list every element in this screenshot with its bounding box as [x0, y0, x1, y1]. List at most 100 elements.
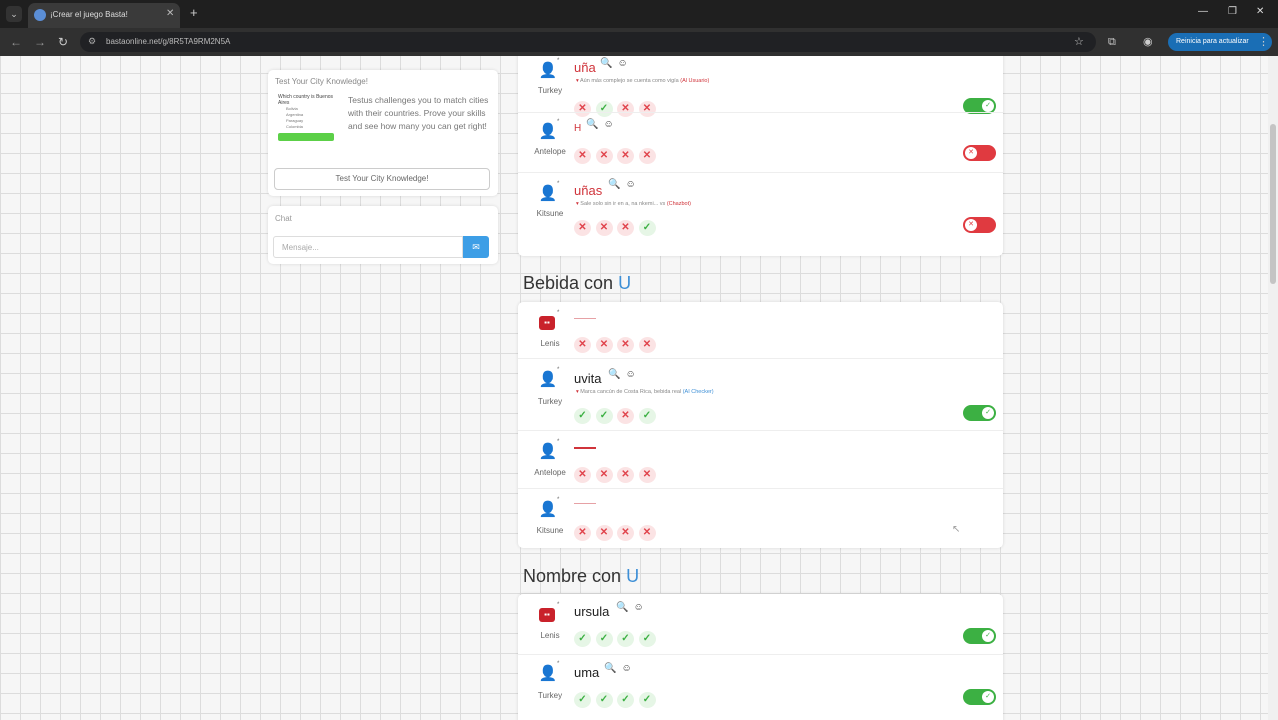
cross-icon: ✕	[638, 525, 656, 541]
extensions-icon[interactable]: ⧉	[1108, 35, 1116, 49]
answer-row: 👤 * Kitsune ✕ ✕ ✕ ✕	[518, 488, 1003, 548]
search-icon[interactable]: 🔍	[608, 179, 620, 190]
vote-toggle[interactable]: ✓	[963, 405, 996, 421]
vote-toggle[interactable]: ✓	[963, 689, 996, 705]
back-icon[interactable]: ←	[10, 35, 22, 49]
cross-icon: ✕	[595, 467, 613, 483]
new-tab-icon[interactable]: +	[190, 6, 198, 20]
url-text: bastaonline.net/g/8R5TA9RM2N5A	[106, 37, 231, 46]
bookmark-star-icon[interactable]: ☆	[1074, 35, 1084, 49]
vote-toggle[interactable]: ✕	[963, 145, 996, 161]
user-icon: 👤	[538, 371, 558, 388]
star-icon: *	[557, 439, 560, 445]
word-tools: 🔍 ☺	[608, 179, 636, 190]
cross-icon: ✕	[595, 525, 613, 541]
smiley-icon[interactable]: ☺	[621, 663, 631, 674]
vote-marks: ✕ ✕ ✕ ✕	[574, 334, 660, 353]
page-scrollbar[interactable]	[1268, 56, 1278, 720]
category-panel-previous: 👤 * Turkey uña 🔍 ☺ ▾ Aún más complejo se …	[518, 56, 1003, 256]
note-link[interactable]: (AI Checker)	[683, 389, 714, 395]
star-icon: *	[557, 602, 560, 608]
player-name: Antelope	[534, 147, 566, 156]
ad-thumbnail[interactable]: Which country is Buenos Aires Bolivia Ar…	[278, 94, 336, 160]
ad-title: Test Your City Knowledge!	[275, 77, 368, 86]
cross-icon: ✕	[574, 467, 591, 483]
smiley-icon[interactable]: ☺	[625, 369, 635, 380]
answer-word: uñas	[574, 183, 603, 198]
menu-kebab-icon[interactable]: ⋮	[1258, 35, 1269, 49]
vote-toggle[interactable]: ✕	[963, 217, 996, 233]
answer-row: 👤 * Turkey uvita 🔍 ☺ ▾ Marca cancún de Co…	[518, 358, 1003, 430]
check-icon: ✓	[982, 100, 994, 112]
ad-thumb-heading: Which country is Buenos Aires	[278, 94, 334, 106]
tab-search-icon[interactable]: ⌄	[6, 6, 22, 22]
cross-icon: ✕	[574, 337, 591, 353]
word-tools: 🔍 ☺	[616, 602, 644, 613]
check-icon: ✓	[595, 631, 613, 647]
restore-icon[interactable]: ❐	[1228, 6, 1237, 17]
chat-message-input[interactable]: Mensaje...	[273, 236, 463, 258]
site-info-icon[interactable]: ⚙	[88, 36, 96, 47]
check-icon: ✓	[595, 408, 613, 424]
check-icon: ✓	[574, 692, 591, 708]
star-icon: *	[557, 310, 560, 316]
address-bar[interactable]: ⚙ bastaonline.net/g/8R5TA9RM2N5A	[80, 32, 1096, 52]
answer-word: uña	[574, 60, 596, 75]
smiley-icon[interactable]: ☺	[603, 119, 613, 130]
user-icon: 👤	[538, 62, 558, 79]
smiley-icon[interactable]: ☺	[625, 179, 635, 190]
robot-avatar-icon: ▪▪	[539, 316, 555, 330]
vote-toggle[interactable]: ✓	[963, 628, 996, 644]
user-icon: 👤	[538, 185, 558, 202]
cross-icon: ✕	[617, 467, 634, 483]
chat-send-icon[interactable]: ✉	[463, 236, 489, 258]
ad-text: Testus challenges you to match cities wi…	[348, 95, 489, 131]
profile-icon[interactable]: ◉	[1143, 35, 1153, 49]
search-icon[interactable]: 🔍	[600, 58, 612, 69]
minimize-icon[interactable]: —	[1198, 6, 1208, 17]
check-icon: ✓	[982, 407, 994, 419]
check-icon: ✓	[638, 220, 656, 236]
player-name: Kitsune	[536, 209, 564, 218]
ad-thumb-button	[278, 133, 334, 141]
smiley-icon[interactable]: ☺	[633, 602, 643, 613]
vote-marks: ✓ ✓ ✓ ✓	[574, 628, 660, 647]
check-icon: ✓	[617, 631, 634, 647]
search-icon[interactable]: 🔍	[608, 369, 620, 380]
cross-icon: ✕	[617, 408, 634, 424]
robot-avatar-icon: ▪▪	[539, 608, 555, 622]
scrollbar-thumb[interactable]	[1270, 124, 1276, 284]
note-link[interactable]: (Chazbot)	[667, 201, 691, 207]
smiley-icon[interactable]: ☺	[617, 58, 627, 69]
vote-marks: ✓ ✓ ✓ ✓	[574, 689, 660, 708]
search-icon[interactable]: 🔍	[604, 663, 616, 674]
ad-cta-button[interactable]: Test Your City Knowledge!	[274, 168, 490, 190]
category-panel-bebida: ▪▪ * Lenis ✕ ✕ ✕ ✕ 👤 * Turkey uvita 🔍 ☺ ▾ Ma…	[518, 302, 1003, 548]
answer-word: uvita	[574, 371, 602, 386]
tab-close-icon[interactable]: ✕	[166, 8, 174, 19]
note-link[interactable]: (Al Usuario)	[680, 78, 709, 84]
forward-icon[interactable]: →	[34, 35, 46, 49]
search-icon[interactable]: 🔍	[586, 119, 598, 130]
answer-row: 👤 * Antelope H 🔍 ☺ ✕ ✕ ✕ ✕ ✕	[518, 112, 1003, 172]
search-icon[interactable]: 🔍	[616, 602, 628, 613]
check-icon: ✓	[617, 692, 634, 708]
tab-title: ¡Crear el juego Basta!	[50, 10, 128, 19]
close-window-icon[interactable]: ✕	[1256, 6, 1264, 17]
browser-tab[interactable]: ¡Crear el juego Basta! ✕	[28, 3, 180, 28]
browser-tabbar: ⌄ ¡Crear el juego Basta! ✕ + — ❐ ✕	[0, 0, 1278, 28]
answer-word: H	[574, 123, 582, 134]
answer-row: 👤 * Turkey uma 🔍 ☺ ✓ ✓ ✓ ✓ ✓	[518, 654, 1003, 720]
update-button[interactable]: Reinicia para actualizar	[1168, 33, 1272, 51]
user-icon: 👤	[538, 501, 558, 518]
answer-row: ▪▪ * Lenis ✕ ✕ ✕ ✕	[518, 302, 1003, 358]
player-name: Turkey	[537, 397, 563, 406]
chat-card: Chat Mensaje... ✉	[268, 206, 498, 264]
reload-icon[interactable]: ↻	[58, 35, 68, 49]
category-title: Bebida con U	[523, 273, 632, 293]
cross-icon: ✕	[617, 525, 634, 541]
player-name: Lenis	[540, 631, 560, 640]
cross-icon: ✕	[638, 467, 656, 483]
answer-note: ▾ Sale solo sin ir en a, na nkemi... vs …	[576, 201, 691, 207]
cross-icon: ✕	[574, 148, 591, 164]
